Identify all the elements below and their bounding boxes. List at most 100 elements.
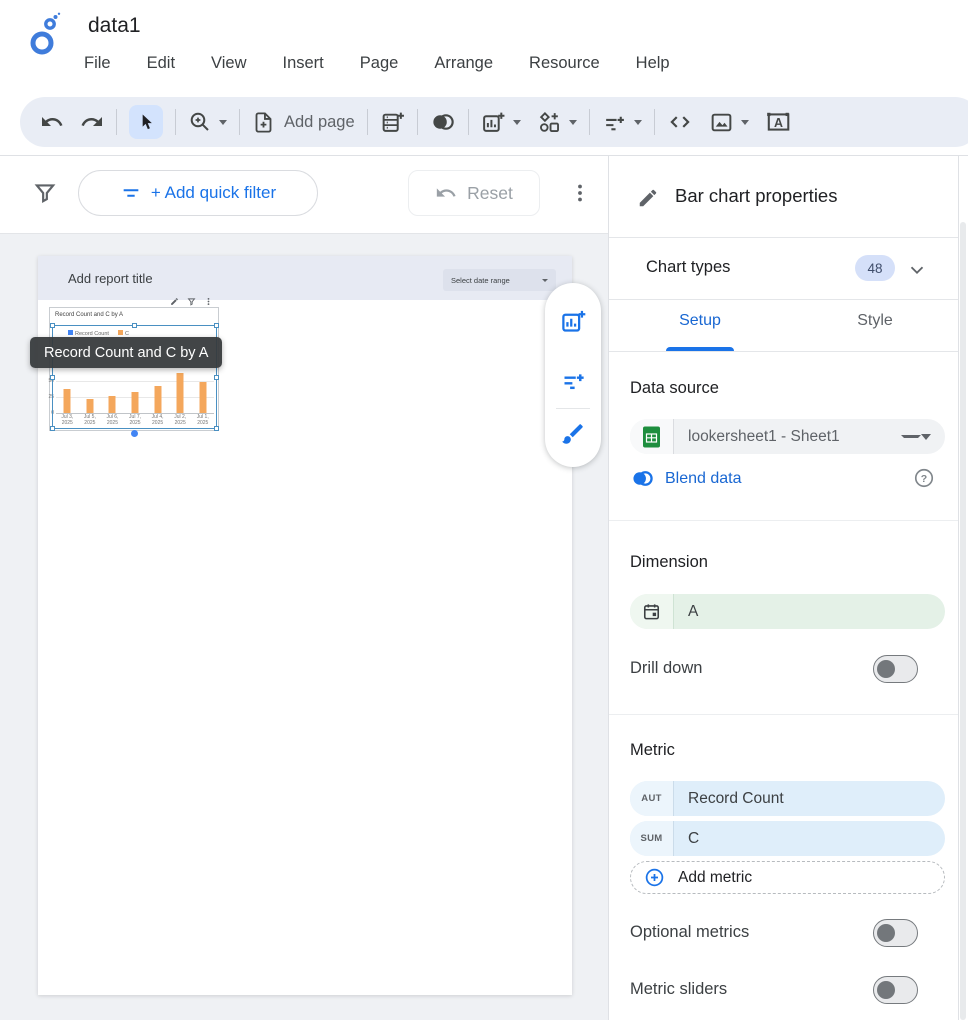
add-chart-caret[interactable] [513,120,521,125]
optional-metrics-toggle[interactable] [873,919,918,947]
menu-arrange[interactable]: Arrange [434,54,493,73]
chart-types-label[interactable]: Chart types [646,258,730,277]
select-tool-button[interactable] [129,105,163,139]
metric-heading: Metric [630,741,675,760]
svg-text:A: A [774,116,783,130]
embed-code-icon[interactable] [667,109,693,135]
looker-studio-logo[interactable] [26,12,64,58]
zoom-icon[interactable] [188,110,212,134]
add-report-title-text[interactable]: Add report title [68,271,153,286]
mini-chart-title: Record Count and C by A [55,312,123,318]
filter-funnel-icon[interactable] [32,180,58,206]
add-control-caret[interactable] [634,120,642,125]
chart-types-chevron-icon[interactable] [906,259,928,281]
metric-field-record-count[interactable]: AUT Record Count [630,781,945,816]
selection-handle[interactable] [132,323,137,328]
svg-text:?: ? [921,473,927,485]
blend-data-icon[interactable] [430,109,456,135]
chart-more-icon[interactable] [204,297,213,306]
menu-file[interactable]: File [84,54,111,73]
tab-setup[interactable]: Setup [660,312,740,330]
dimension-field-name: A [674,603,945,621]
selection-handle[interactable] [214,426,219,431]
panel-left-border [608,156,609,1020]
optional-metrics-label: Optional metrics [630,923,749,942]
selection-handle[interactable] [50,323,55,328]
float-theme-brush-icon[interactable] [560,421,586,447]
selection-handle[interactable] [50,375,55,380]
panel-divider [609,520,958,521]
float-add-chart-icon[interactable] [560,308,587,335]
dimension-heading: Dimension [630,553,708,572]
metric-field-c[interactable]: SUM C [630,821,945,856]
data-source-caret [901,435,921,438]
toolbar-divider [239,109,240,135]
add-page-icon[interactable] [252,111,275,134]
toolbar-divider [589,109,590,135]
add-metric-label: Add metric [678,869,752,887]
toolbar-divider [175,109,176,135]
calendar-icon [630,594,674,629]
data-source-name: lookersheet1 - Sheet1 [674,428,901,446]
report-title[interactable]: data1 [88,14,141,38]
add-control-icon[interactable] [602,110,627,135]
text-box-icon[interactable]: A [765,109,791,135]
more-options-icon[interactable] [568,181,592,205]
reset-undo-icon [435,182,457,204]
metric-field-name: C [674,830,945,848]
add-quick-filter-button[interactable]: + Add quick filter [78,170,318,216]
toolbar-divider [654,109,655,135]
metric-sliders-label: Metric sliders [630,980,727,999]
menu-edit[interactable]: Edit [147,54,175,73]
floating-pill-divider [556,408,590,409]
toolbar-bottom-border [0,155,968,156]
redo-icon[interactable] [80,110,104,134]
aggregation-badge: SUM [630,821,674,856]
add-metric-button[interactable]: Add metric [630,861,945,894]
dimension-field[interactable]: A [630,594,945,629]
community-viz-caret[interactable] [569,120,577,125]
chart-edit-pencil-icon[interactable] [170,297,179,306]
add-chart-icon[interactable] [481,110,506,135]
selection-handle[interactable] [214,375,219,380]
date-range-control[interactable]: Select date range [443,269,556,291]
drill-down-toggle[interactable] [873,655,918,683]
date-range-label: Select date range [451,276,510,285]
reset-button[interactable]: Reset [408,170,540,216]
selection-handle[interactable] [214,323,219,328]
panel-divider [609,237,958,238]
toolbar: Add page A [20,97,968,147]
float-add-control-icon[interactable] [560,367,587,394]
quick-filter-icon [120,182,142,204]
toolbar-divider [367,109,368,135]
menubar: File Edit View Insert Page Arrange Resou… [84,54,670,73]
selection-handle[interactable] [50,426,55,431]
sheets-icon [630,419,674,454]
community-visualizations-icon[interactable] [537,110,562,135]
panel-scrollbar-thumb[interactable] [960,222,966,1020]
toolbar-divider [468,109,469,135]
add-data-icon[interactable] [380,110,405,135]
menu-help[interactable]: Help [636,54,670,73]
menu-page[interactable]: Page [360,54,399,73]
menu-view[interactable]: View [211,54,246,73]
menu-insert[interactable]: Insert [283,54,324,73]
tab-style[interactable]: Style [835,312,915,330]
help-icon[interactable]: ? [913,467,935,489]
toggle-knob [877,981,895,999]
panel-divider [609,299,958,300]
zoom-dropdown-caret[interactable] [219,120,227,125]
selection-bottom-handle[interactable] [131,430,138,437]
menu-resource[interactable]: Resource [529,54,600,73]
chart-filter-icon[interactable] [187,297,196,306]
data-source-selector[interactable]: lookersheet1 - Sheet1 [630,419,945,454]
add-page-label[interactable]: Add page [284,113,355,132]
undo-icon[interactable] [40,110,64,134]
data-source-dropdown-caret [921,434,931,440]
panel-divider [609,714,958,715]
image-dropdown-caret[interactable] [741,120,749,125]
image-icon[interactable] [709,110,734,135]
blend-data-button[interactable]: Blend data [630,466,742,491]
metric-sliders-toggle[interactable] [873,976,918,1004]
metric-field-name: Record Count [674,790,945,808]
